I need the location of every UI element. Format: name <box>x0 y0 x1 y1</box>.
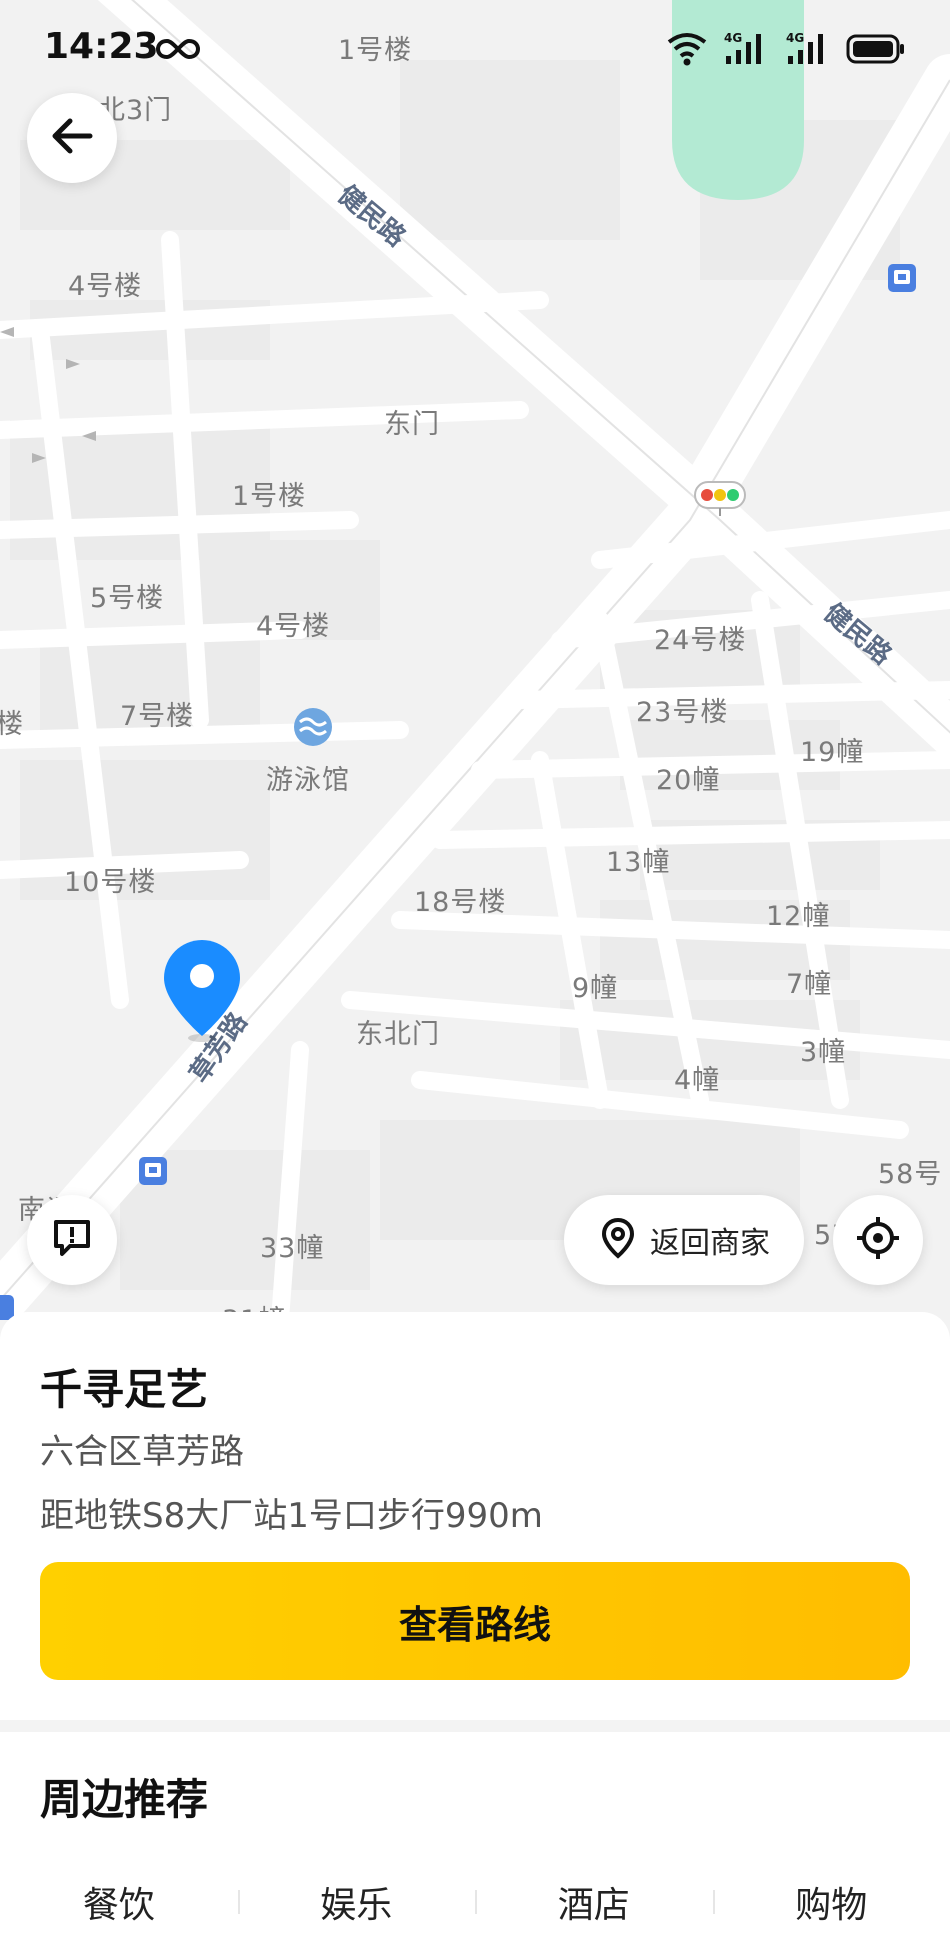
tab-shopping[interactable]: 购物 <box>712 1862 950 1942</box>
store-address: 六合区草芳路 <box>40 1432 244 1472</box>
map-label: 游泳馆 <box>266 765 350 796</box>
signal-4g-icon: 4G <box>784 30 830 70</box>
view-route-button[interactable]: 查看路线 <box>40 1562 910 1680</box>
map-label: 23号楼 <box>636 697 729 728</box>
feedback-icon <box>52 1218 92 1262</box>
locate-me-button[interactable] <box>833 1195 923 1285</box>
tab-entertainment[interactable]: 娱乐 <box>237 1862 476 1942</box>
map-label: 5号楼 <box>90 583 165 614</box>
map-label: 4号楼 <box>68 271 143 302</box>
arrow-left-icon <box>50 116 94 160</box>
bus-stop-icon <box>139 1157 167 1185</box>
nearby-title: 周边推荐 <box>40 1775 209 1824</box>
map-label: 东门 <box>384 409 440 440</box>
signal-4g-icon: 4G <box>722 30 768 70</box>
map-label: 19幢 <box>800 737 865 768</box>
pool-icon <box>294 708 332 746</box>
nearby-section: 周边推荐 餐饮 娱乐 酒店 购物 <box>0 1732 950 1953</box>
store-name: 千寻足艺 <box>40 1365 209 1414</box>
map-label: 13幢 <box>606 847 671 878</box>
location-marker-icon <box>600 1217 636 1263</box>
map-label: 东北门 <box>356 1019 440 1050</box>
map-label: 楼 <box>0 709 24 740</box>
map-label: 10号楼 <box>64 867 157 898</box>
map-label: 33幢 <box>260 1233 325 1264</box>
map-label: 9幢 <box>572 973 619 1004</box>
infinity-icon <box>155 36 201 66</box>
store-distance: 距地铁S8大厂站1号口步行990m <box>40 1496 543 1536</box>
nearby-tabs: 餐饮 娱乐 酒店 购物 <box>0 1862 950 1942</box>
status-bar: 14:23 4G 4G <box>0 0 950 100</box>
map-label: 7号楼 <box>120 701 195 732</box>
crosshair-icon <box>855 1215 901 1265</box>
map-label: 4幢 <box>674 1065 721 1096</box>
map-label: 7幢 <box>786 969 833 1000</box>
feedback-button[interactable] <box>27 1195 117 1285</box>
tab-hotel[interactable]: 酒店 <box>475 1862 713 1942</box>
map-label: 1号楼 <box>232 481 307 512</box>
svg-text:4G: 4G <box>786 31 804 45</box>
wifi-icon <box>666 30 708 70</box>
map-view[interactable]: 东北3门 1号楼 4号楼 东门 1号楼 5号楼 4号楼 楼 7号楼 游泳馆 10… <box>0 0 950 1320</box>
map-label: 20幢 <box>656 765 721 796</box>
map-label: 58号 <box>878 1159 943 1190</box>
tab-dining[interactable]: 餐饮 <box>0 1862 238 1942</box>
map-label: 18号楼 <box>414 887 507 918</box>
battery-icon <box>846 34 906 68</box>
svg-text:4G: 4G <box>724 31 742 45</box>
bus-stop-icon <box>888 264 916 292</box>
return-store-label: 返回商家 <box>650 1226 770 1261</box>
store-info-sheet: 千寻足艺 六合区草芳路 距地铁S8大厂站1号口步行990m 查看路线 <box>0 1312 950 1720</box>
return-store-button[interactable]: 返回商家 <box>564 1195 804 1285</box>
back-button[interactable] <box>27 93 117 183</box>
map-label: 3幢 <box>800 1037 847 1068</box>
map-label: 4号楼 <box>256 611 331 642</box>
map-base <box>0 0 950 1320</box>
status-time: 14:23 <box>44 26 159 67</box>
map-label: 24号楼 <box>654 625 747 656</box>
location-pin-icon[interactable] <box>162 938 242 1042</box>
map-label: 12幢 <box>766 901 831 932</box>
